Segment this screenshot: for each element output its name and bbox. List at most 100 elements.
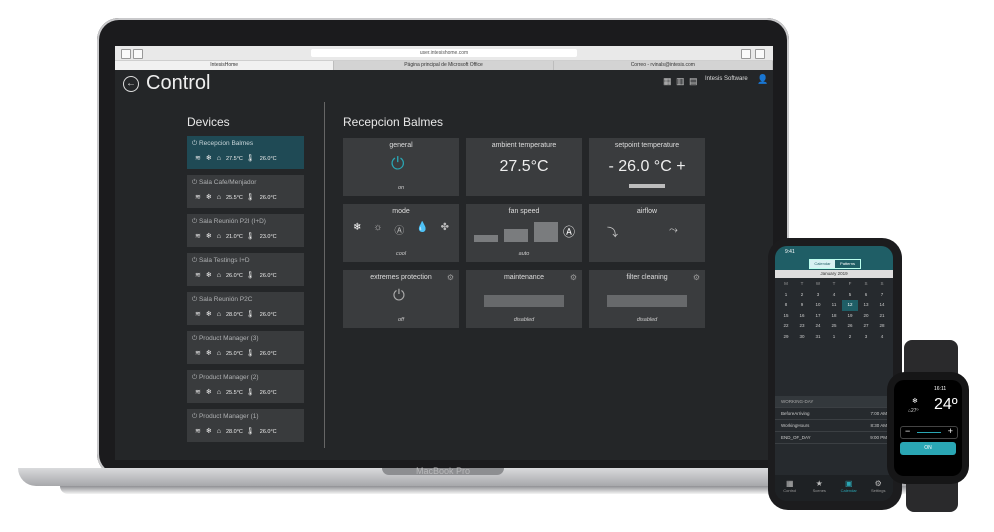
device-name: ⏻ Sala Reunión P2I (I+D) [192, 218, 266, 225]
calendar-week[interactable]: 1234567 [778, 290, 890, 301]
fan-status: auto [518, 251, 530, 257]
window-tile-icon[interactable] [133, 49, 143, 59]
wifi-icon: ≋ [195, 428, 201, 435]
setpoint-slider[interactable] [629, 184, 665, 188]
wifi-icon: ≋ [195, 272, 201, 279]
calendar-week[interactable]: 22 23 24 25 26 27 28 [778, 321, 890, 332]
tile-fan-speed[interactable]: fan speed Ⓐ auto [466, 204, 582, 262]
device-status: ≋ ❄ ⌂ 28.0°C 🌡 26.0°C [195, 311, 277, 318]
schedule-header: WORKING-DAY [775, 396, 893, 408]
fan-level-3[interactable] [534, 222, 558, 242]
auto-mode-icon[interactable]: Ⓐ [394, 222, 404, 237]
segment-patterns[interactable]: Patterns [835, 260, 860, 268]
thermometer-icon: 🌡 [245, 350, 255, 357]
tile-airflow[interactable]: airflow ⤵ ⤳ [589, 204, 705, 262]
gear-icon[interactable]: ⚙ [693, 273, 700, 282]
drop-icon[interactable]: 💧 [416, 222, 428, 237]
airflow-vertical-icon[interactable]: ⤵ [607, 224, 618, 240]
snowflake-icon[interactable]: ❄ [353, 222, 361, 237]
arrow-left-circle-icon[interactable]: ← [123, 76, 139, 92]
tile-title: airflow [636, 208, 658, 215]
tile-title: ambient temperature [491, 142, 557, 149]
segment-control[interactable]: Calendar Patterns [809, 259, 861, 269]
device-title: Recepcion Balmes [343, 115, 444, 129]
tile-title: maintenance [503, 274, 545, 281]
fan-level-2[interactable] [504, 229, 528, 242]
browser-tab[interactable]: Correo - rvinals@intesis.com [554, 61, 773, 70]
account-name[interactable]: Intesis Software [705, 76, 748, 82]
device-card[interactable]: ⏻ Product Manager (2) ≋ ❄ ⌂ 25.5°C 🌡 26.0°C [187, 370, 304, 403]
list-item[interactable]: BeforeArriving 7:00 AM [775, 408, 893, 420]
calendar-week[interactable]: 8 9 10 11 12 13 14 [778, 300, 890, 311]
tile-extremes-protection[interactable]: extremes protection ⚙ ⏻ off [343, 270, 459, 328]
filter-status: disabled [636, 317, 658, 323]
minus-button[interactable]: − [905, 426, 910, 436]
snowflake-icon: ❄ [205, 194, 212, 201]
power-icon[interactable]: ⏻ [393, 287, 405, 304]
plus-button[interactable]: + [948, 426, 953, 436]
fan-level-1[interactable] [474, 235, 498, 242]
tile-setpoint-temperature[interactable]: setpoint temperature - 26.0 °C + [589, 138, 705, 196]
general-status: on [397, 185, 405, 191]
segment-calendar[interactable]: Calendar [810, 260, 835, 268]
home-temp-icon: ⌂ [216, 272, 221, 279]
home-temp-icon: ⌂ [216, 428, 221, 435]
wifi-icon: ≋ [195, 194, 201, 201]
home-temp-icon: ⌂ [216, 350, 221, 357]
browser-tab[interactable]: IntesisHome [115, 61, 335, 70]
tile-title: general [389, 142, 413, 149]
calendar-week[interactable]: 15 16 17 18 19 20 21 [778, 311, 890, 322]
device-status: ≋ ❄ ⌂ 25.5°C 🌡 26.0°C [195, 194, 277, 201]
device-name: ⏻ Product Manager (1) [192, 413, 259, 420]
device-card[interactable]: ⏻ Product Manager (1) ≋ ❄ ⌂ 28.0°C 🌡 26.0°C [187, 409, 304, 442]
home-temp-icon: ⌂ [216, 233, 221, 240]
snowflake-icon: ❄ [205, 350, 212, 357]
device-card[interactable]: ⏻ Recepcion Balmes ≋ ❄ ⌂ 27.5°C 🌡 26.0°C [187, 136, 304, 169]
watch-setpoint-stepper[interactable]: − + [900, 426, 958, 439]
grid-view-icon[interactable]: ▦ ▥ ▤ [663, 76, 699, 87]
tabs-icon[interactable] [755, 49, 765, 59]
tab-scenes[interactable]: ★ Scenes [805, 475, 835, 501]
maintenance-status: disabled [513, 317, 535, 323]
tab-calendar[interactable]: ▣ Calendar [834, 475, 864, 501]
airflow-horizontal-icon[interactable]: ⤳ [669, 224, 678, 237]
tab-settings[interactable]: ⚙ Settings [864, 475, 894, 501]
tile-maintenance[interactable]: maintenance ⚙ disabled [466, 270, 582, 328]
tile-general[interactable]: general ⏻ on [343, 138, 459, 196]
setpoint-stepper[interactable]: - 26.0 °C + [589, 158, 705, 176]
calendar-grid: MTWTFSS 1234567 8 9 10 11 12 13 14 15 16 17 18 19 2… [778, 279, 890, 342]
thermometer-icon: 🌡 [245, 272, 255, 279]
device-card[interactable]: ⏻ Sala Cafe/Menjador ≋ ❄ ⌂ 25.5°C 🌡 26.0°C [187, 175, 304, 208]
fan-icon[interactable]: ✤ [441, 222, 449, 237]
gear-icon[interactable]: ⚙ [570, 273, 577, 282]
tile-mode[interactable]: mode ❄ ☼ Ⓐ 💧 ✤ cool [343, 204, 459, 262]
calendar-week[interactable]: 29 30 31 1 2 3 4 [778, 332, 890, 343]
calendar-month: January 2019 [775, 270, 893, 278]
device-status: ≋ ❄ ⌂ 27.5°C 🌡 26.0°C [195, 155, 277, 162]
device-card[interactable]: ⏻ Sala Testings I+D ≋ ❄ ⌂ 26.0°C 🌡 26.0°C [187, 253, 304, 286]
share-icon[interactable] [741, 49, 751, 59]
wifi-icon: ≋ [195, 350, 201, 357]
sun-icon[interactable]: ☼ [373, 222, 382, 237]
device-card[interactable]: ⏻ Sala Reunión P2C ≋ ❄ ⌂ 28.0°C 🌡 26.0°C [187, 292, 304, 325]
gear-icon[interactable]: ⚙ [447, 273, 454, 282]
address-bar[interactable]: user.intesishome.com [311, 49, 577, 57]
home-temp-icon: ⌂ [216, 155, 221, 162]
watch-band [906, 480, 958, 512]
device-card[interactable]: ⏻ Product Manager (3) ≋ ❄ ⌂ 25.0°C 🌡 26.0°C [187, 331, 304, 364]
device-status: ≋ ❄ ⌂ 28.0°C 🌡 26.0°C [195, 428, 277, 435]
ambient-value: 27.5°C [499, 158, 549, 175]
list-item[interactable]: WorkingHours 8:30 AM [775, 420, 893, 432]
star-icon: ★ [815, 479, 823, 488]
power-icon[interactable]: ⏻ [391, 154, 404, 174]
sidebar-toggle-icon[interactable] [121, 49, 131, 59]
browser-tab[interactable]: Página principal de Microsoft Office [334, 61, 554, 70]
fan-auto-icon[interactable]: Ⓐ [563, 223, 575, 240]
user-icon[interactable]: 👤 [757, 74, 768, 85]
power-on-button[interactable]: ON [900, 442, 956, 455]
tile-filter-cleaning[interactable]: filter cleaning ⚙ disabled [589, 270, 705, 328]
tab-control[interactable]: ▦ Control [775, 475, 805, 501]
list-item[interactable]: END_OF_DAY 9:00 PM [775, 432, 893, 444]
wifi-icon: ≋ [195, 155, 201, 162]
device-card[interactable]: ⏻ Sala Reunión P2I (I+D) ≋ ❄ ⌂ 21.0°C 🌡 23.0°… [187, 214, 304, 247]
